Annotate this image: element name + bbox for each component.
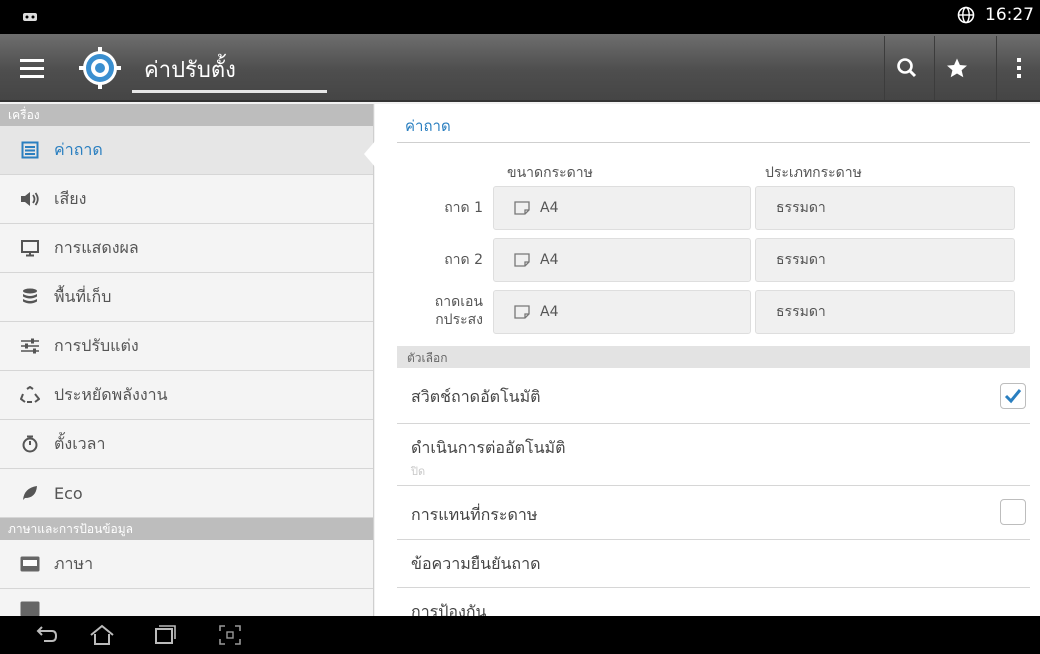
sidebar-item-label: พื้นที่เก็บ	[54, 286, 112, 306]
sidebar-item-tray-settings[interactable]: ค่าถาด	[0, 126, 373, 175]
overflow-menu-icon	[1016, 58, 1021, 78]
page-title: ค่าปรับตั้ง	[144, 58, 236, 83]
tray-settings-panel: ค่าถาด ขนาดกระดาษ ประเภทกระดาษ ถาด 1 A4 …	[375, 104, 1040, 616]
sidebar-item-sound[interactable]: เสียง	[0, 175, 373, 224]
paper-substitution-checkbox[interactable]	[1000, 499, 1026, 525]
paper-type-value: ธรรมดา	[776, 200, 826, 216]
tray-label: ถาด 1	[444, 200, 483, 216]
home-icon[interactable]	[88, 622, 116, 648]
recycle-icon	[20, 385, 40, 405]
column-header-paper-size: ขนาดกระดาษ	[507, 165, 593, 181]
section-title: ค่าถาด	[405, 117, 451, 135]
tray-label: ถาด 2	[444, 252, 483, 268]
tray-row: ถาด 1 A4 ธรรมดา	[397, 186, 1017, 232]
notification-icon	[23, 13, 37, 21]
sidebar: เครื่อง ค่าถาด เสียง การแสดงผล พื้นที่เก…	[0, 104, 374, 616]
sidebar-item-display[interactable]: การแสดงผล	[0, 224, 373, 273]
sidebar-item-label: ตั้งเวลา	[54, 433, 106, 453]
overflow-menu-button[interactable]	[996, 36, 1040, 100]
tray-label-line: ถาดเอน	[434, 294, 483, 310]
status-bar: 16:27	[0, 0, 1040, 34]
sidebar-item-label: ประหยัดพลังงาน	[54, 384, 168, 404]
auto-tray-switch-checkbox[interactable]	[1000, 383, 1026, 409]
star-icon	[946, 58, 967, 78]
screenshot-icon[interactable]	[216, 622, 244, 648]
sidebar-section-header: เครื่อง	[0, 104, 373, 126]
sliders-icon	[20, 336, 40, 356]
paper-size-value: A4	[540, 304, 559, 320]
sidebar-section-header: ภาษาและการป้อนข้อมูล	[0, 518, 373, 540]
clock: 16:27	[985, 5, 1034, 25]
checkmark-icon	[1004, 389, 1022, 404]
back-icon[interactable]	[32, 622, 60, 648]
tray-label-line: กประสง	[435, 312, 483, 328]
paper-icon	[514, 253, 530, 267]
sidebar-item-label: เสียง	[54, 188, 87, 208]
paper-type-button[interactable]: ธรรมดา	[755, 290, 1015, 334]
paper-size-value: A4	[540, 200, 559, 216]
paper-type-button[interactable]: ธรรมดา	[755, 238, 1015, 282]
status-right: 16:27	[957, 5, 1034, 25]
paper-size-button[interactable]: A4	[493, 186, 751, 230]
search-button[interactable]	[884, 36, 928, 100]
app-bar: ค่าปรับตั้ง	[0, 34, 1040, 102]
tray-row: ถาดเอน กประสง A4 ธรรมดา	[397, 290, 1017, 336]
tray-row: ถาด 2 A4 ธรรมดา	[397, 238, 1017, 284]
paper-size-value: A4	[540, 252, 559, 268]
keyboard-icon	[20, 599, 40, 616]
paper-size-button[interactable]: A4	[493, 238, 751, 282]
option-tray-confirmation[interactable]: ข้อความยืนยันถาด	[397, 540, 1030, 588]
tray-label: ถาดเอน กประสง	[397, 293, 483, 329]
search-icon	[896, 58, 916, 78]
sidebar-item-label: การแสดงผล	[54, 237, 139, 257]
sidebar-item-timer[interactable]: ตั้งเวลา	[0, 420, 373, 469]
globe-icon	[957, 6, 975, 24]
divider	[397, 142, 1030, 143]
gear-settings-icon	[79, 47, 121, 89]
sidebar-item-storage[interactable]: พื้นที่เก็บ	[0, 273, 373, 322]
system-nav-bar	[0, 616, 1040, 654]
options-section-header: ตัวเลือก	[397, 346, 1030, 368]
column-header-paper-type: ประเภทกระดาษ	[765, 165, 862, 181]
option-label: การป้องกัน	[411, 602, 487, 616]
recent-apps-icon[interactable]	[150, 622, 178, 648]
paper-type-value: ธรรมดา	[776, 252, 826, 268]
sidebar-item-cut-off[interactable]	[0, 589, 373, 616]
option-protection[interactable]: การป้องกัน	[397, 588, 1030, 616]
timer-icon	[20, 434, 40, 454]
sidebar-item-label: ภาษา	[54, 553, 94, 573]
sidebar-item-customize[interactable]: การปรับแต่ง	[0, 322, 373, 371]
monitor-icon	[20, 238, 40, 258]
option-auto-continue[interactable]: ดำเนินการต่ออัตโนมัติ ปิด	[397, 424, 1030, 486]
option-label: ดำเนินการต่ออัตโนมัติ	[411, 438, 566, 457]
hamburger-menu-icon[interactable]	[12, 48, 52, 88]
database-icon	[20, 287, 40, 307]
favorite-button[interactable]	[934, 36, 978, 100]
leaf-icon	[20, 483, 40, 503]
paper-size-button[interactable]: A4	[493, 290, 751, 334]
sidebar-item-power-saving[interactable]: ประหยัดพลังงาน	[0, 371, 373, 420]
paper-type-button[interactable]: ธรรมดา	[755, 186, 1015, 230]
option-label: สวิตช์ถาดอัตโนมัติ	[411, 387, 541, 406]
option-label: ข้อความยืนยันถาด	[411, 554, 541, 573]
paper-icon	[514, 201, 530, 215]
sidebar-item-language[interactable]: ภาษา	[0, 540, 373, 589]
sidebar-item-label: Eco	[54, 483, 83, 503]
paper-icon	[514, 305, 530, 319]
option-label: การแทนที่กระดาษ	[411, 505, 538, 524]
abc-keyboard-icon	[20, 554, 40, 574]
sidebar-item-label: ค่าถาด	[54, 139, 103, 159]
speaker-icon	[20, 189, 40, 209]
paper-type-value: ธรรมดา	[776, 304, 826, 320]
title-underline	[132, 90, 327, 93]
option-auto-tray-switch[interactable]: สวิตช์ถาดอัตโนมัติ	[397, 368, 1030, 424]
option-value: ปิด	[411, 465, 426, 478]
option-paper-substitution[interactable]: การแทนที่กระดาษ	[397, 486, 1030, 540]
sidebar-item-label: การปรับแต่ง	[54, 335, 139, 355]
sidebar-item-eco[interactable]: Eco	[0, 469, 373, 518]
tray-list-icon	[20, 140, 40, 160]
